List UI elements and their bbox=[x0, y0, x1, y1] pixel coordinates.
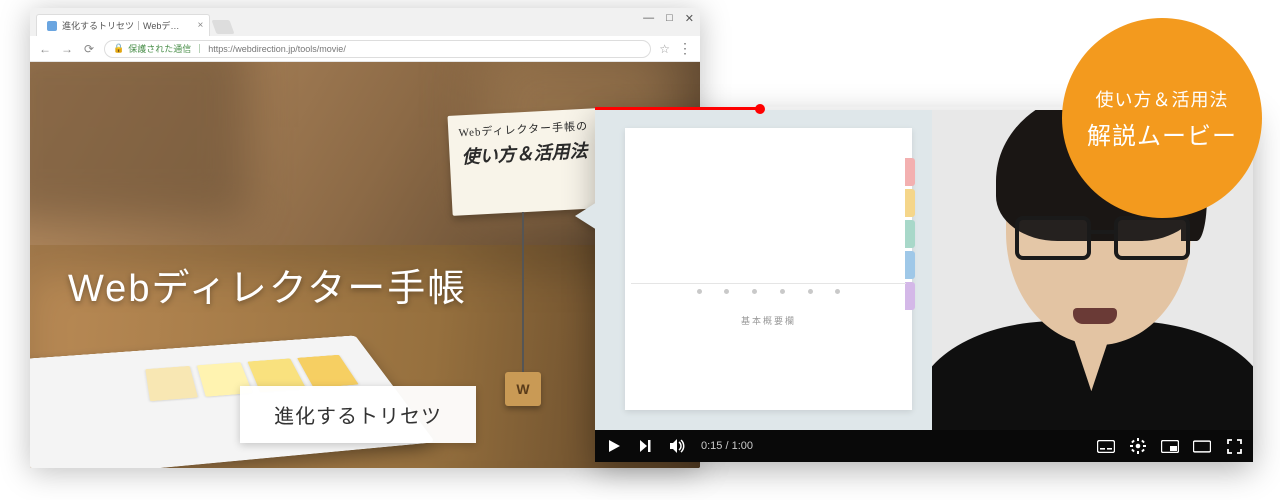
subtitle-banner[interactable]: 進化するトリセツ bbox=[240, 386, 476, 443]
presenter-mouth bbox=[1073, 308, 1117, 324]
next-icon[interactable] bbox=[637, 439, 655, 453]
url-field[interactable]: 🔒 保護された通信 ｜ https://webdirection.jp/tool… bbox=[104, 40, 651, 58]
browser-menu-icon[interactable]: ⋮ bbox=[678, 40, 692, 57]
address-bar: ← → ⟳ 🔒 保護された通信 ｜ https://webdirection.j… bbox=[30, 36, 700, 62]
nav-back-icon[interactable]: ← bbox=[38, 42, 52, 56]
tab-close-icon[interactable]: × bbox=[198, 20, 204, 31]
nav-reload-icon[interactable]: ⟳ bbox=[82, 42, 96, 56]
miniplayer-icon[interactable] bbox=[1161, 440, 1179, 453]
planner-tab bbox=[905, 158, 915, 186]
theater-icon[interactable] bbox=[1193, 440, 1211, 453]
presenter-glasses bbox=[1015, 216, 1190, 262]
memo-card-line2: 使い方＆活用法 bbox=[457, 136, 592, 172]
captions-icon[interactable] bbox=[1097, 440, 1115, 453]
url-text: https://webdirection.jp/tools/movie/ bbox=[208, 44, 346, 54]
new-tab-button[interactable] bbox=[212, 20, 235, 34]
time-total: 1:00 bbox=[732, 440, 753, 452]
video-controls: 0:15 / 1:00 bbox=[595, 430, 1253, 462]
planner-tab bbox=[905, 251, 915, 279]
nav-forward-icon[interactable]: → bbox=[60, 42, 74, 56]
browser-tab[interactable]: 進化するトリセツ｜Webデ… × bbox=[36, 14, 210, 36]
binder-holes bbox=[697, 289, 841, 294]
promo-badge: 使い方＆活用法 解説ムービー bbox=[1062, 18, 1262, 218]
video-progress-played bbox=[595, 107, 760, 110]
hero-title: Webディレクター手帳 bbox=[68, 257, 467, 312]
lock-icon: 🔒 bbox=[113, 43, 124, 54]
tab-title: 進化するトリセツ｜Webデ… bbox=[62, 19, 179, 32]
fullscreen-icon[interactable] bbox=[1225, 439, 1243, 454]
play-icon[interactable] bbox=[605, 439, 623, 453]
planner-tab bbox=[905, 189, 915, 217]
planner-section-label: 基本概要欄 bbox=[625, 314, 912, 327]
tab-favicon bbox=[47, 21, 57, 31]
bookmark-star-icon[interactable]: ☆ bbox=[659, 42, 670, 56]
planner-tab bbox=[905, 282, 915, 310]
settings-gear-icon[interactable] bbox=[1129, 438, 1147, 454]
planner-tab bbox=[905, 220, 915, 248]
clip-stand-base bbox=[505, 372, 541, 406]
volume-icon[interactable] bbox=[669, 439, 687, 453]
bg-blur bbox=[30, 62, 250, 222]
secure-label: 保護された通信 bbox=[128, 42, 191, 55]
window-controls: — □ ✕ bbox=[643, 12, 694, 25]
window-minimize-icon[interactable]: — bbox=[643, 12, 654, 25]
separator: ｜ bbox=[195, 42, 204, 55]
clip-stand-rod bbox=[522, 212, 524, 377]
planner-page: 基本概要欄 bbox=[625, 128, 912, 410]
speech-tail bbox=[575, 202, 597, 230]
sticky-note bbox=[297, 355, 359, 388]
video-time: 0:15 / 1:00 bbox=[701, 440, 753, 452]
badge-line1: 使い方＆活用法 bbox=[1096, 86, 1229, 112]
badge-line2: 解説ムービー bbox=[1087, 116, 1237, 151]
memo-card: Webディレクター手帳の 使い方＆活用法 bbox=[447, 108, 602, 216]
video-left-panel: 基本概要欄 bbox=[595, 110, 932, 430]
window-close-icon[interactable]: ✕ bbox=[685, 12, 694, 25]
browser-titlebar: 進化するトリセツ｜Webデ… × — □ ✕ bbox=[30, 8, 700, 36]
window-maximize-icon[interactable]: □ bbox=[666, 12, 673, 25]
sticky-note bbox=[145, 366, 198, 401]
planner-tabs bbox=[905, 158, 915, 310]
time-current: 0:15 bbox=[701, 440, 722, 452]
page-divider bbox=[631, 283, 906, 284]
